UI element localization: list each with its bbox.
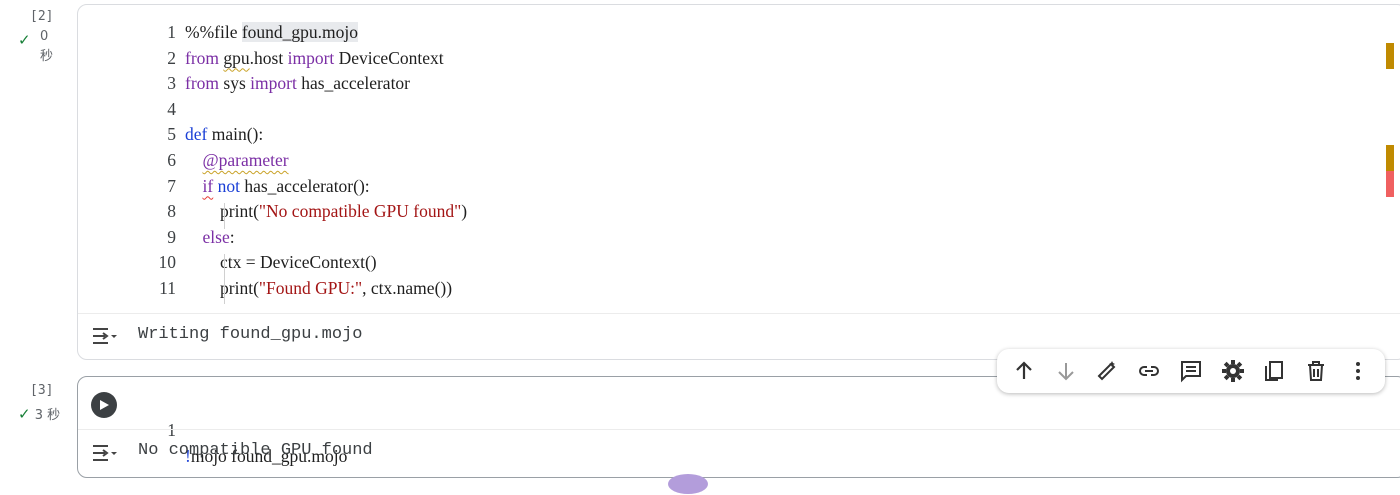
line-number: 11 [159,278,176,298]
line-number: 9 [167,226,176,247]
line-number: 10 [158,252,177,273]
code-token: (): [353,175,370,196]
code-token: not [217,175,245,196]
code-token: def [185,124,212,145]
execution-count: [3] [30,383,54,398]
mirror-cell-icon [1265,361,1284,381]
execution-time: 3 秒 [34,408,61,423]
more-button[interactable] [1341,354,1375,388]
output-separator [78,429,1400,430]
line-number: 3 [167,73,176,94]
code-token: ctx = DeviceContext [220,252,365,273]
code-token: sys [223,73,251,94]
move-down-button[interactable] [1049,354,1083,388]
code-token: @parameter [202,150,289,170]
execution-time: 0 [40,29,49,44]
code-line[interactable]: 1 !mojo found_gpu.mojo [78,391,347,466]
settings-button[interactable] [1216,354,1250,388]
checkmark-icon: ✓ [18,405,31,423]
code-token: has_accelerator [301,73,411,94]
code-token: "Found GPU:" [258,278,363,298]
code-token: if [202,175,214,196]
arrow-up-icon [1016,361,1032,379]
line-number: 1 [167,420,176,440]
checkmark-icon: ✓ [18,31,31,49]
line-number: 8 [167,201,176,222]
code-token: ) [461,201,468,222]
line-number: 2 [167,47,176,68]
line-number: 6 [167,150,176,170]
code-token: ()) [434,278,453,298]
indent-guide [224,254,225,304]
output-separator [78,313,1400,314]
code-editor[interactable]: 1 %%file found_gpu.mojo 2 from gpu.host imp… [78,5,1378,310]
code-token: else [202,226,230,247]
more-vert-icon [1356,362,1360,380]
code-token: .host [249,47,288,68]
arrow-down-icon [1057,363,1074,381]
magic-pen-icon [1097,361,1116,381]
warning-marker [1386,145,1394,171]
delete-button[interactable] [1299,354,1333,388]
code-token: : [229,226,235,247]
code-token: gpu [223,47,250,68]
code-token: "No compatible GPU found" [258,201,462,222]
code-token: (): [246,124,264,145]
code-token: import [250,73,302,94]
output-menu-icon[interactable] [91,441,119,465]
gear-icon [1221,360,1244,382]
execution-time-unit: 秒 [40,49,54,64]
code-token: DeviceContext [338,47,444,68]
trash-icon [1308,361,1325,381]
move-up-button[interactable] [1007,354,1041,388]
code-token: found_gpu.mojo [241,22,359,42]
comment-button[interactable] [1174,354,1208,388]
line-number: 5 [167,124,176,145]
code-token: has_accelerator [244,175,354,196]
link-button[interactable] [1132,354,1166,388]
code-token: () [364,252,377,273]
cell-output: No compatible GPU found [138,441,373,460]
link-icon [1139,366,1160,376]
code-token: %%file [185,22,242,42]
line-number: 7 [167,175,176,196]
cell-toolbar [997,349,1385,393]
indent-guide [224,203,225,229]
execution-status[interactable]: ✓ 3 秒 [18,404,60,423]
line-number: 4 [167,98,176,119]
code-token: from [185,73,224,94]
warning-marker [1386,43,1394,69]
code-token: import [287,47,339,68]
code-token: from [185,47,224,68]
mirror-cell-button[interactable] [1257,354,1291,388]
cell-output: Writing found_gpu.mojo [138,325,363,344]
decorative-blob [668,474,708,494]
execution-status[interactable]: ✓ 0 秒 [18,29,58,64]
ai-edit-button[interactable] [1090,354,1124,388]
code-token: , ctx.name [362,278,435,298]
line-number: 1 [167,22,176,42]
comment-icon [1180,361,1201,383]
code-token: main [211,124,247,145]
play-icon [100,400,109,410]
code-cell[interactable]: 1 %%file found_gpu.mojo 2 from gpu.host imp… [77,4,1400,360]
output-menu-icon[interactable] [91,324,119,348]
error-marker [1386,171,1394,197]
execution-count: [2] [30,9,54,24]
